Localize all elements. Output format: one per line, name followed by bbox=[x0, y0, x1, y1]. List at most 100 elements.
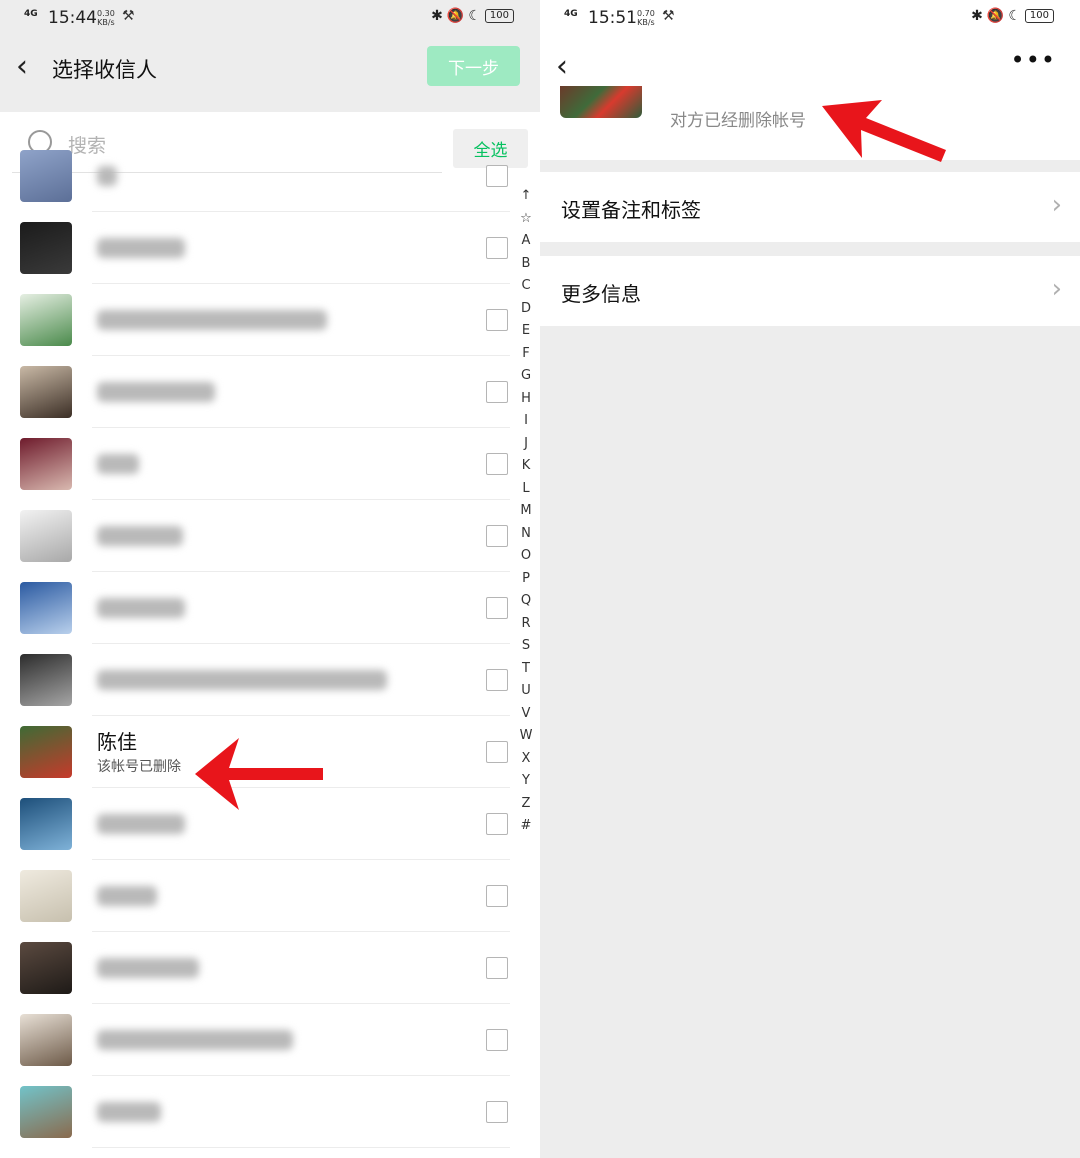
menu-item-remark-tags[interactable]: 设置备注和标签 › bbox=[540, 172, 1080, 242]
alphabet-index-letter[interactable]: V bbox=[515, 703, 537, 726]
select-checkbox[interactable] bbox=[486, 741, 508, 763]
alphabet-index-letter[interactable]: M bbox=[515, 500, 537, 523]
alphabet-index-letter[interactable]: ↑ bbox=[515, 185, 537, 208]
contact-name: 陈佳 bbox=[97, 730, 137, 754]
alphabet-index-letter[interactable]: W bbox=[515, 725, 537, 748]
bluetooth-icon: ✱ bbox=[971, 8, 987, 24]
list-item[interactable] bbox=[0, 572, 510, 644]
alphabet-index-letter[interactable]: Y bbox=[515, 770, 537, 793]
list-item[interactable] bbox=[0, 212, 510, 284]
profile-header: 4G 15:51 0.70 KB/s ⚒ ✱🔕☾ 100 ‹ ••• 对方已经删除帐… bbox=[540, 0, 1080, 160]
menu-item-more-info[interactable]: 更多信息 › bbox=[540, 256, 1080, 326]
alphabet-index-letter[interactable]: S bbox=[515, 635, 537, 658]
blurred-contact-name bbox=[97, 1030, 293, 1050]
alphabet-index-letter[interactable]: Z bbox=[515, 793, 537, 816]
list-item[interactable] bbox=[0, 1004, 510, 1076]
menu-item-label: 更多信息 bbox=[561, 282, 641, 306]
network-indicator: 4G bbox=[564, 9, 578, 19]
alphabet-index-letter[interactable]: Q bbox=[515, 590, 537, 613]
alphabet-index-letter[interactable]: J bbox=[515, 433, 537, 456]
avatar bbox=[20, 1014, 72, 1066]
list-item[interactable] bbox=[0, 428, 510, 500]
bluetooth-icon: ✱ bbox=[431, 8, 447, 24]
select-checkbox[interactable] bbox=[486, 453, 508, 475]
alphabet-index-letter[interactable]: O bbox=[515, 545, 537, 568]
avatar bbox=[20, 798, 72, 850]
more-options-icon[interactable]: ••• bbox=[1011, 46, 1056, 74]
status-time: 15:44 bbox=[48, 8, 97, 28]
select-checkbox[interactable] bbox=[486, 381, 508, 403]
avatar[interactable] bbox=[560, 86, 642, 118]
select-checkbox[interactable] bbox=[486, 597, 508, 619]
list-item[interactable] bbox=[0, 860, 510, 932]
select-checkbox[interactable] bbox=[486, 165, 508, 187]
alphabet-index-letter[interactable]: E bbox=[515, 320, 537, 343]
select-checkbox[interactable] bbox=[486, 813, 508, 835]
avatar bbox=[20, 654, 72, 706]
page-title: 选择收信人 bbox=[52, 58, 157, 82]
chevron-right-icon: › bbox=[1051, 190, 1062, 220]
tools-icon: ⚒ bbox=[662, 8, 675, 24]
red-arrow-right bbox=[822, 100, 946, 162]
section-gap bbox=[540, 242, 1080, 256]
list-item[interactable] bbox=[0, 284, 510, 356]
list-item[interactable] bbox=[0, 356, 510, 428]
left-header: 4G 15:44 0.30 KB/s ⚒ ✱🔕☾ 100 ‹ 选择收信人 下一步 bbox=[0, 0, 540, 112]
alphabet-index-letter[interactable]: N bbox=[515, 523, 537, 546]
alphabet-index-letter[interactable]: # bbox=[515, 815, 537, 838]
avatar bbox=[20, 582, 72, 634]
select-checkbox[interactable] bbox=[486, 1029, 508, 1051]
back-icon[interactable]: ‹ bbox=[16, 52, 46, 82]
blurred-contact-name bbox=[97, 958, 199, 978]
network-indicator: 4G bbox=[24, 9, 38, 19]
red-arrow-left bbox=[195, 738, 323, 810]
alphabet-index-letter[interactable]: H bbox=[515, 388, 537, 411]
select-checkbox[interactable] bbox=[486, 669, 508, 691]
chevron-right-icon: › bbox=[1051, 274, 1062, 304]
blurred-contact-name bbox=[97, 166, 117, 186]
alphabet-index-letter[interactable]: X bbox=[515, 748, 537, 771]
avatar bbox=[20, 1086, 72, 1138]
select-checkbox[interactable] bbox=[486, 525, 508, 547]
alphabet-index-letter[interactable]: K bbox=[515, 455, 537, 478]
select-checkbox[interactable] bbox=[486, 885, 508, 907]
alphabet-index-letter[interactable]: U bbox=[515, 680, 537, 703]
status-time: 15:51 bbox=[588, 8, 637, 28]
alphabet-index-letter[interactable]: P bbox=[515, 568, 537, 591]
mute-bell-icon: 🔕 bbox=[986, 8, 1009, 24]
select-checkbox[interactable] bbox=[486, 237, 508, 259]
alphabet-index-letter[interactable]: R bbox=[515, 613, 537, 636]
mute-bell-icon: 🔕 bbox=[446, 8, 469, 24]
list-item[interactable] bbox=[0, 1076, 510, 1148]
alphabet-index-letter[interactable]: D bbox=[515, 298, 537, 321]
avatar bbox=[20, 222, 72, 274]
alphabet-index-letter[interactable]: L bbox=[515, 478, 537, 501]
row-divider bbox=[92, 1147, 510, 1148]
alphabet-index[interactable]: ↑ ☆ A B C D E F G H I J K L M N O P Q R S T U V W X Y Z # bbox=[515, 185, 537, 838]
right-status-bar: 4G 15:51 0.70 KB/s ⚒ ✱🔕☾ 100 bbox=[540, 0, 1080, 36]
contact-profile-screen: 4G 15:51 0.70 KB/s ⚒ ✱🔕☾ 100 ‹ ••• 对方已经删除帐… bbox=[540, 0, 1080, 1158]
alphabet-index-letter[interactable]: C bbox=[515, 275, 537, 298]
status-icons: ✱🔕☾ 100 bbox=[431, 8, 514, 24]
next-button[interactable]: 下一步 bbox=[427, 46, 520, 86]
list-item[interactable] bbox=[0, 140, 510, 212]
select-checkbox[interactable] bbox=[486, 1101, 508, 1123]
list-item[interactable] bbox=[0, 500, 510, 572]
select-checkbox[interactable] bbox=[486, 309, 508, 331]
list-item[interactable] bbox=[0, 932, 510, 1004]
alphabet-index-letter[interactable]: B bbox=[515, 253, 537, 276]
blurred-contact-name bbox=[97, 670, 387, 690]
battery-icon: 100 bbox=[484, 9, 514, 23]
alphabet-index-letter[interactable]: ☆ bbox=[515, 208, 537, 231]
alphabet-index-letter[interactable]: A bbox=[515, 230, 537, 253]
alphabet-index-letter[interactable]: I bbox=[515, 410, 537, 433]
alphabet-index-letter[interactable]: F bbox=[515, 343, 537, 366]
status-icons: ✱🔕☾ 100 bbox=[971, 8, 1054, 24]
alphabet-index-letter[interactable]: G bbox=[515, 365, 537, 388]
back-icon[interactable]: ‹ bbox=[556, 52, 568, 82]
select-checkbox[interactable] bbox=[486, 957, 508, 979]
list-item[interactable] bbox=[0, 644, 510, 716]
alphabet-index-letter[interactable]: T bbox=[515, 658, 537, 681]
moon-icon: ☾ bbox=[1008, 8, 1025, 24]
select-recipient-screen: 4G 15:44 0.30KB/s ⚒ ✱🔕☾100 ‹ 选择收信人 下一步 全… bbox=[0, 0, 540, 1158]
